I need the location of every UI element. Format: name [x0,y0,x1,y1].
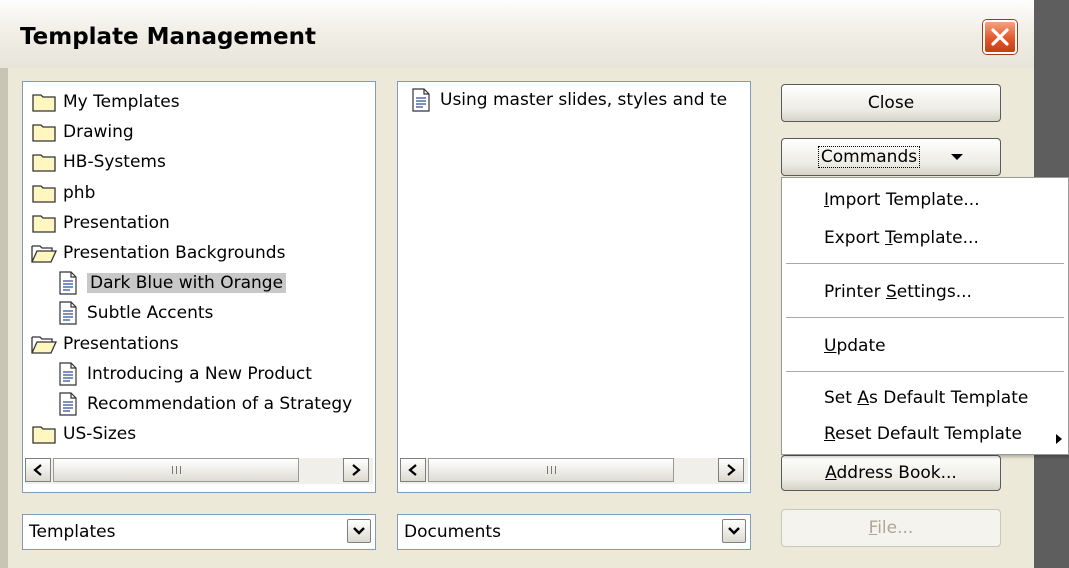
folder-icon [31,150,57,174]
tree-item-folder[interactable]: US-Sizes [31,420,136,448]
tree-item-label: phb [63,182,96,203]
document-label: Using master slides, styles and te [440,90,728,110]
documents-combo-value: Documents [404,522,501,542]
folder-icon [31,181,57,205]
document-icon [55,271,81,295]
scroll-left-button[interactable] [25,458,51,482]
documents-list[interactable]: Using master slides, styles and te [397,81,751,493]
close-button[interactable]: Close [781,84,1001,122]
folder-open-icon [31,241,57,265]
submenu-arrow-icon [1056,434,1062,444]
menu-separator [786,263,1064,264]
tree-item-label: Introducing a New Product [87,363,312,384]
documents-combo[interactable]: Documents [397,514,751,550]
document-icon [55,301,81,325]
documents-hscrollbar[interactable] [400,458,748,484]
close-window-button[interactable] [983,20,1017,54]
tree-item-folder[interactable]: HB-Systems [31,148,166,176]
menu-item-set-default-template[interactable]: Set As Default Template [824,388,1028,408]
tree-item-template[interactable]: Introducing a New Product [55,360,312,388]
folder-icon [31,422,57,446]
arrow-right-icon [727,464,736,476]
templates-combo-value: Templates [29,522,116,542]
tree-item-label: Subtle Accents [87,303,214,324]
tree-item-label: Recommendation of a Strategy [87,394,353,414]
tree-item-template[interactable]: Dark Blue with Orange [55,269,287,297]
menu-item-printer-settings[interactable]: Printer Settings... [824,282,972,302]
template-management-dialog: Template Management My Templates Drawing H… [0,0,1069,568]
menu-item-import-template[interactable]: Import Template... [824,190,980,210]
tree-item-label: US-Sizes [63,424,137,445]
document-icon [55,362,81,386]
arrow-right-icon [352,464,361,476]
tree-item-label: Presentation [63,212,170,233]
dropdown-arrow-icon [951,154,964,160]
scroll-right-button[interactable] [718,458,744,482]
document-icon [408,88,434,112]
menu-separator [786,371,1064,372]
arrow-left-icon [408,464,417,476]
tree-item-folder[interactable]: phb [31,179,95,207]
tree-item-label: My Templates [63,92,180,112]
file-label: File... [868,518,914,538]
title-bar[interactable]: Template Management [0,0,1034,69]
folder-icon [31,211,57,235]
file-button: File... [781,509,1001,547]
menu-item-export-template[interactable]: Export Template... [824,228,979,248]
folder-icon [31,90,57,114]
address-book-label: Address Book... [825,463,957,483]
scroll-thumb[interactable] [53,458,299,482]
templates-combo[interactable]: Templates [22,514,376,550]
list-item[interactable]: Using master slides, styles and te [408,86,727,114]
tree-item-label: Presentation Backgrounds [63,243,286,263]
tree-item-label: Presentations [63,333,179,354]
scroll-left-button[interactable] [400,458,426,482]
document-icon [55,392,81,416]
chevron-down-icon [728,527,740,535]
menu-separator [786,317,1064,318]
tree-item-folder[interactable]: Drawing [31,118,134,146]
tree-item-label: HB-Systems [63,152,166,173]
tree-item-label: Drawing [63,122,134,143]
tree-item-folder[interactable]: Presentations [31,330,179,358]
address-book-button[interactable]: Address Book... [781,455,1001,491]
tree-item-folder[interactable]: My Templates [31,88,180,116]
tree-item-template[interactable]: Recommendation of a Strategy [55,390,352,418]
commands-menu: Import Template... Export Template... Pr… [781,177,1069,455]
menu-item-update[interactable]: Update [824,336,886,356]
scroll-right-button[interactable] [343,458,369,482]
folder-icon [31,120,57,144]
tree-item-template[interactable]: Subtle Accents [55,299,213,327]
documents-combo-dropdown[interactable] [722,519,746,543]
categories-list[interactable]: My Templates Drawing HB-Systems phb Presenta… [22,81,376,493]
window-title: Template Management [20,24,316,50]
menu-item-reset-default-template[interactable]: Reset Default Template [824,424,1022,444]
tree-item-label: Dark Blue with Orange [87,273,287,294]
folder-open-icon [31,332,57,356]
arrow-left-icon [33,464,42,476]
commands-button[interactable]: Commands [781,138,1001,176]
categories-hscrollbar[interactable] [25,458,373,484]
tree-item-folder[interactable]: Presentation [31,209,170,237]
commands-label: Commands [817,146,921,168]
templates-combo-dropdown[interactable] [347,519,371,543]
tree-item-folder[interactable]: Presentation Backgrounds [31,239,285,267]
chevron-down-icon [353,527,365,535]
close-icon [991,28,1009,46]
scroll-thumb[interactable] [428,458,674,482]
